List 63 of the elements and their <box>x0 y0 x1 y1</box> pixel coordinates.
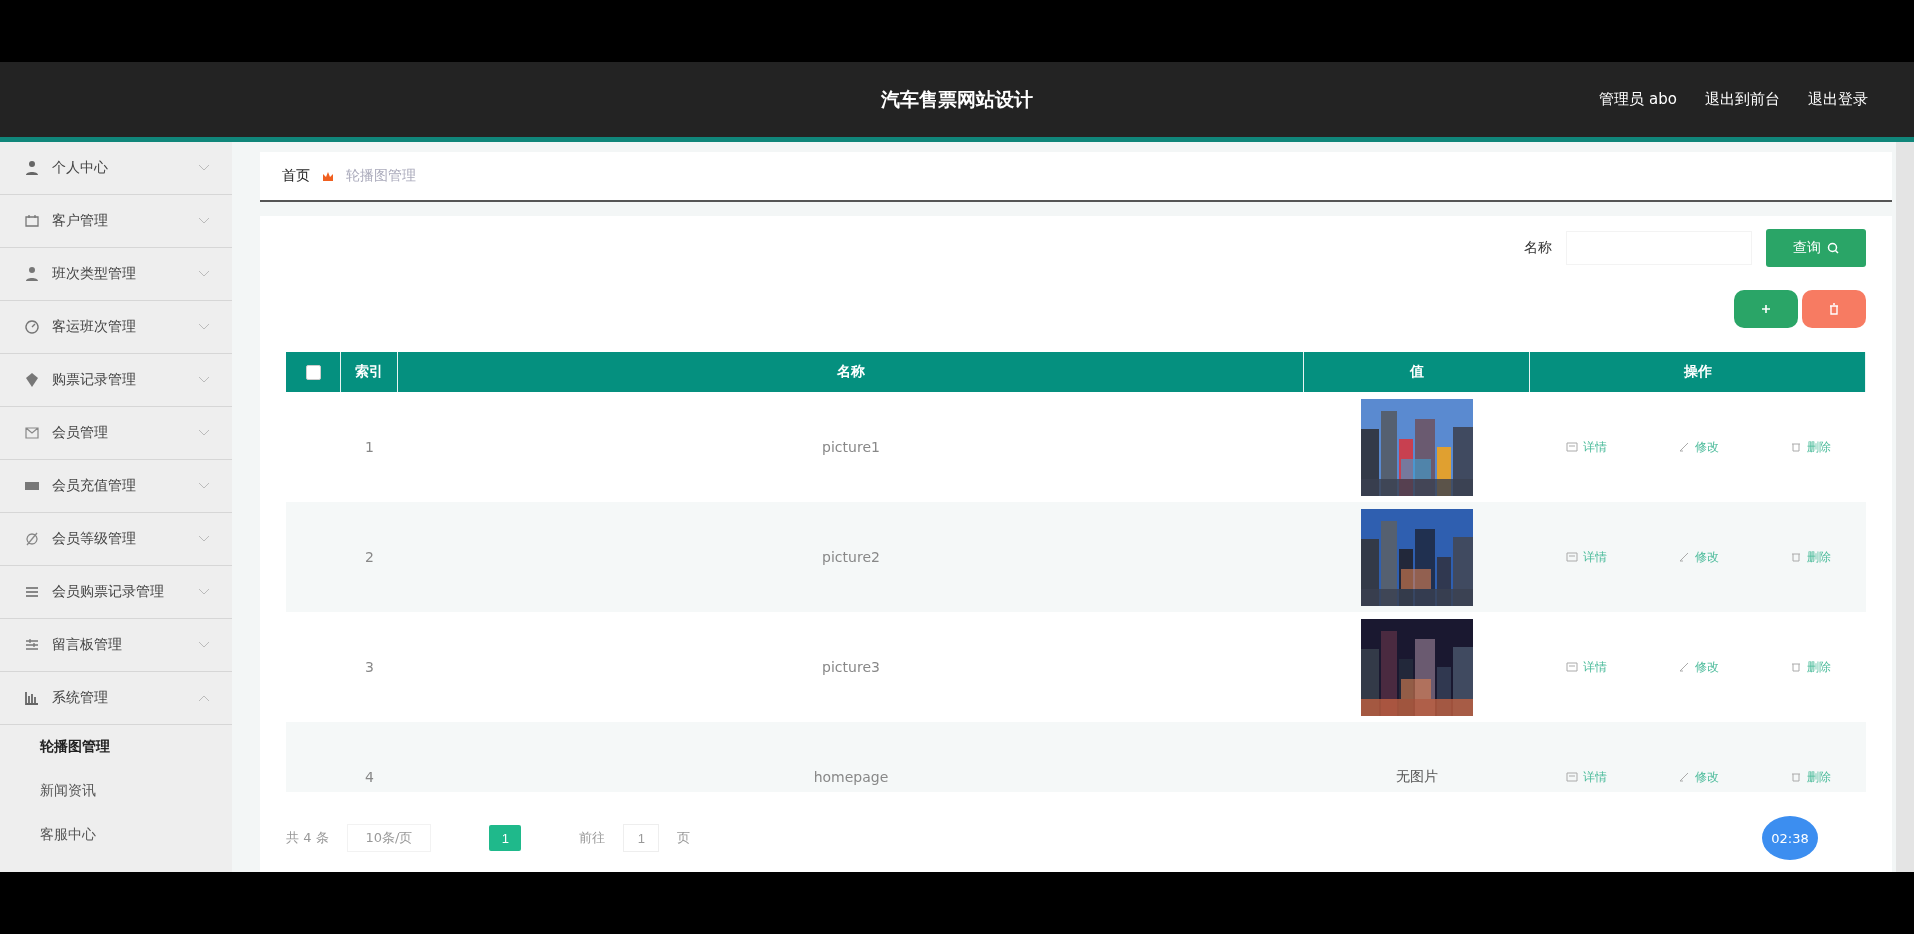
delete-button[interactable] <box>1802 290 1866 328</box>
table-cell-text: picture3 <box>821 658 881 677</box>
table-cell-text: 3 <box>364 658 375 677</box>
bar-chart-icon <box>24 690 40 706</box>
trash-icon <box>1789 661 1802 673</box>
header-link[interactable]: 退出登录 <box>1808 90 1868 109</box>
header-link[interactable]: 管理员 abo <box>1599 90 1677 109</box>
sidebar-item[interactable]: 会员购票记录管理 <box>0 566 232 619</box>
edit-icon <box>1677 441 1690 453</box>
sidebar-subitem[interactable]: 轮播图管理 <box>0 725 232 769</box>
goto-label: 前往 <box>579 829 606 847</box>
trash-icon <box>1789 441 1802 453</box>
sidebar-item[interactable]: 会员管理 <box>0 407 232 460</box>
crown-icon <box>322 170 334 182</box>
envelope-icon <box>24 425 40 441</box>
edit-icon <box>1677 551 1690 563</box>
sliders-icon <box>24 637 40 653</box>
page-unit: 页 <box>677 829 691 847</box>
breadcrumb-item: 轮播图管理 <box>346 167 416 185</box>
breadcrumb-item[interactable]: 首页 <box>282 167 310 185</box>
list-icon <box>24 584 40 600</box>
search-label: 名称 <box>1524 239 1552 257</box>
add-button[interactable] <box>1734 290 1798 328</box>
sidebar-item[interactable]: 个人中心 <box>0 142 232 195</box>
table-cell-text: picture2 <box>821 548 881 567</box>
sidebar-item[interactable]: 购票记录管理 <box>0 354 232 407</box>
edit-icon <box>1677 771 1690 783</box>
sidebar-item[interactable]: 客户管理 <box>0 195 232 248</box>
sidebar-subitem[interactable]: 客服中心 <box>0 813 232 857</box>
clock-icon <box>24 319 40 335</box>
detail-icon <box>1565 771 1578 783</box>
sidebar-item[interactable]: 留言板管理 <box>0 619 232 672</box>
sidebar-item[interactable]: 会员等级管理 <box>0 513 232 566</box>
table-cell-text: picture1 <box>821 438 881 457</box>
calendar-icon <box>24 213 40 229</box>
sidebar-item[interactable]: 系统管理 <box>0 672 232 725</box>
table-cell-text: 2 <box>364 548 375 567</box>
trash-icon <box>1789 771 1802 783</box>
detail-icon <box>1565 551 1578 563</box>
edit-icon <box>1677 661 1690 673</box>
sidebar-item[interactable]: 班次类型管理 <box>0 248 232 301</box>
circle-slash-icon <box>24 531 40 547</box>
person-icon <box>24 160 40 176</box>
trash-icon <box>1829 303 1839 315</box>
detail-icon <box>1565 441 1578 453</box>
detail-icon <box>1565 661 1578 673</box>
person-icon <box>24 266 40 282</box>
sidebar-item[interactable]: 会员充值管理 <box>0 460 232 513</box>
header-link[interactable]: 退出到前台 <box>1705 90 1780 109</box>
select-all-checkbox[interactable] <box>305 364 321 380</box>
total-count: 共 4 条 <box>286 829 329 847</box>
table-cell-text: 4 <box>364 768 375 787</box>
sidebar-subitem[interactable]: 新闻资讯 <box>0 769 232 813</box>
search-icon <box>1827 242 1839 254</box>
table-cell-text: homepage <box>812 768 890 787</box>
table-cell-text: 1 <box>364 438 375 457</box>
site-title: 汽车售票网站设计 <box>881 86 1033 112</box>
table-cell: 无图片 <box>1396 768 1438 786</box>
scrollbar[interactable] <box>1896 142 1914 872</box>
trash-icon <box>1789 551 1802 563</box>
tag-icon <box>24 372 40 388</box>
plus-icon <box>1761 304 1771 314</box>
sidebar-item[interactable]: 客运班次管理 <box>0 301 232 354</box>
